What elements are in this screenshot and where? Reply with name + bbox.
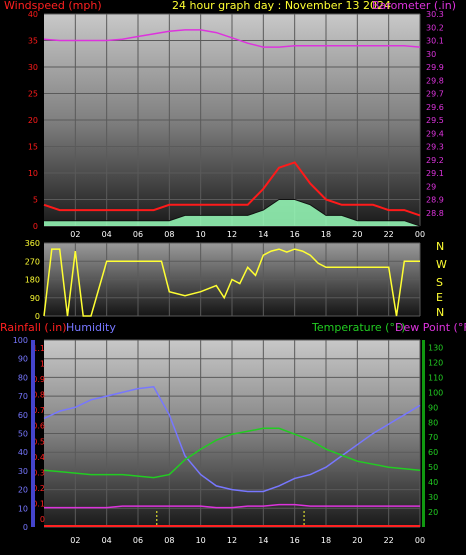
humidity-y-tick-label: 0 <box>23 523 28 532</box>
wind-y-tick-label: 25 <box>28 90 38 99</box>
climate-x-tick-label: 10 <box>196 536 206 545</box>
barometer-y-tick-label: 29.4 <box>426 129 444 138</box>
temperature-y-tick-label: 100 <box>428 388 443 397</box>
barometer-y-tick-label: 28.8 <box>426 209 444 218</box>
rainfall-axis-title: Rainfall (.in) <box>0 321 67 334</box>
humidity-y-tick-label: 40 <box>18 448 28 457</box>
climate-x-tick-label: 14 <box>258 536 268 545</box>
weather-chart-svg: 051015202530354028.828.92929.129.229.329… <box>0 0 466 545</box>
wind-x-tick-label: 02 <box>70 230 80 239</box>
direction-y-tick-label: 90 <box>30 294 40 303</box>
wind-x-tick-label: 04 <box>102 230 112 239</box>
compass-label-north-top: N <box>436 240 444 253</box>
barometer-y-tick-label: 30.1 <box>426 37 444 46</box>
climate-x-tick-label: 02 <box>70 536 80 545</box>
barometer-y-tick-label: 28.9 <box>426 196 444 205</box>
wind-x-tick-label: 20 <box>352 230 362 239</box>
windspeed-axis-title: Windspeed (mph) <box>4 0 102 12</box>
barometer-y-tick-label: 29 <box>426 182 436 191</box>
wind-y-tick-label: 15 <box>28 143 38 152</box>
barometer-y-tick-label: 30 <box>426 50 436 59</box>
barometer-y-tick-label: 29.9 <box>426 63 444 72</box>
barometer-y-tick-label: 29.2 <box>426 156 444 165</box>
direction-y-tick-label: 0 <box>35 312 40 321</box>
direction-y-tick-label: 360 <box>25 239 40 248</box>
wind-y-tick-label: 35 <box>28 37 38 46</box>
wind-x-tick-label: 14 <box>258 230 268 239</box>
barometer-y-tick-label: 29.8 <box>426 76 444 85</box>
temperature-y-tick-label: 130 <box>428 343 443 352</box>
barometer-y-tick-label: 30.2 <box>426 23 444 32</box>
temperature-y-tick-label: 50 <box>428 463 438 472</box>
direction-y-tick-label: 180 <box>25 276 40 285</box>
humidity-y-tick-label: 50 <box>18 430 28 439</box>
wind-y-tick-label: 10 <box>28 169 38 178</box>
temperature-y-tick-label: 40 <box>428 478 438 487</box>
wind-y-tick-label: 30 <box>28 63 38 72</box>
temperature-axis-title: Temperature (°F) <box>311 321 406 334</box>
temperature-y-tick-label: 70 <box>428 433 438 442</box>
climate-x-tick-label: 18 <box>321 536 331 545</box>
humidity-y-tick-label: 70 <box>18 392 28 401</box>
weather-graph-panel: 0 5 10 15 20 25 30 35 40 28.8 28.9 29 29.1 29.2 29.3 29… <box>0 0 466 555</box>
wind-x-tick-label: 22 <box>384 230 394 239</box>
barometer-y-tick-label: 29.7 <box>426 90 444 99</box>
temperature-y-tick-label: 60 <box>428 448 438 457</box>
wind-y-tick-label: 5 <box>33 196 38 205</box>
wind-y-tick-label: 0 <box>33 222 38 231</box>
temperature-y-tick-label: 20 <box>428 508 438 517</box>
wind-x-tick-label: 08 <box>164 230 174 239</box>
wind-x-tick-label: 16 <box>290 230 300 239</box>
temperature-y-tick-label: 90 <box>428 403 438 412</box>
wind-x-tick-label: 10 <box>196 230 206 239</box>
climate-x-tick-label: 04 <box>102 536 112 545</box>
wind-x-tick-label: 18 <box>321 230 331 239</box>
wind-y-tick-label: 20 <box>28 116 38 125</box>
wind-x-tick-label: 12 <box>227 230 237 239</box>
wind-x-tick-label: 00 <box>415 230 425 239</box>
wind-x-tick-label: 06 <box>133 230 143 239</box>
barometer-y-tick-label: 29.3 <box>426 143 444 152</box>
temperature-y-tick-label: 30 <box>428 493 438 502</box>
barometer-y-tick-label: 29.1 <box>426 169 444 178</box>
rainfall-y-tick-label: 1 <box>40 360 45 369</box>
compass-label-south: S <box>436 276 443 289</box>
temperature-y-tick-label: 110 <box>428 373 443 382</box>
barometer-axis-title: Barometer (.in) <box>372 0 456 12</box>
humidity-scale-bar <box>31 340 35 527</box>
chart-title: 24 hour graph day : November 13 2024 <box>172 0 391 12</box>
climate-x-tick-label: 08 <box>164 536 174 545</box>
barometer-y-tick-label: 29.6 <box>426 103 444 112</box>
climate-x-tick-label: 12 <box>227 536 237 545</box>
temperature-y-tick-label: 80 <box>428 418 438 427</box>
humidity-y-tick-label: 100 <box>13 336 28 345</box>
climate-x-tick-label: 06 <box>133 536 143 545</box>
humidity-y-tick-label: 60 <box>18 411 28 420</box>
temperature-y-tick-label: 120 <box>428 358 443 367</box>
compass-label-east: E <box>436 291 443 304</box>
climate-x-tick-label: 00 <box>415 536 425 545</box>
barometer-y-tick-label: 29.5 <box>426 116 444 125</box>
climate-x-tick-label: 22 <box>384 536 394 545</box>
humidity-y-tick-label: 90 <box>18 355 28 364</box>
dewpoint-axis-title: Dew Point (°F) <box>395 321 466 334</box>
direction-y-tick-label: 270 <box>25 257 40 266</box>
humidity-y-tick-label: 20 <box>18 486 28 495</box>
temperature-scale-bar <box>422 340 425 527</box>
rainfall-y-tick-label: 0 <box>40 515 45 524</box>
compass-label-west: W <box>436 258 447 271</box>
climate-x-tick-label: 16 <box>290 536 300 545</box>
climate-x-tick-label: 20 <box>352 536 362 545</box>
compass-label-north-bottom: N <box>436 306 444 319</box>
humidity-axis-title: Humidity <box>66 321 116 334</box>
humidity-y-tick-label: 10 <box>18 504 28 513</box>
humidity-y-tick-label: 80 <box>18 373 28 382</box>
humidity-y-tick-label: 30 <box>18 467 28 476</box>
